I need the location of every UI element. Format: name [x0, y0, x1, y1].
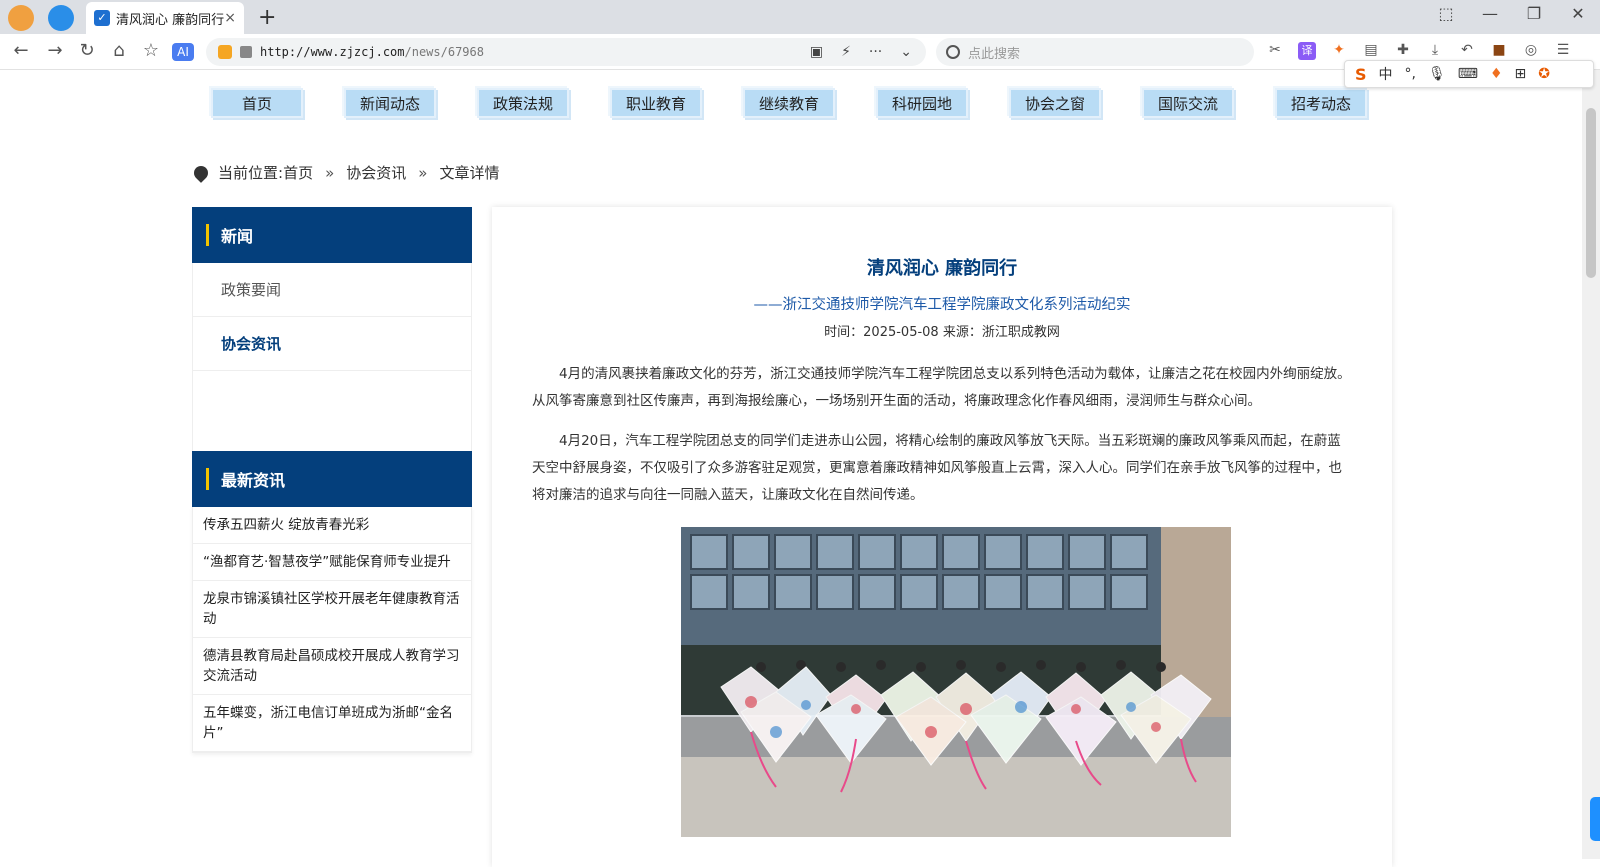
breadcrumb-prefix: 当前位置:: [218, 164, 284, 182]
telegram-icon[interactable]: [48, 5, 74, 31]
sidebar-heading-text: 新闻: [221, 227, 254, 246]
article-subtitle: ——浙江交通技师学院汽车工程学院廉政文化系列活动纪实: [753, 297, 1131, 313]
speed-mode-icon[interactable]: ⚡: [841, 44, 851, 60]
nav-item-home[interactable]: 首页: [211, 88, 303, 118]
ime-mascot-icon[interactable]: ✪: [1538, 66, 1550, 82]
wallet-icon[interactable]: ■: [1490, 42, 1508, 60]
active-tab[interactable]: ✓ 清风润心 廉韵同行 ×: [86, 2, 244, 34]
translate-icon[interactable]: 译: [1298, 42, 1316, 60]
menu-icon[interactable]: ☰: [1554, 42, 1572, 60]
sogou-logo-icon[interactable]: S: [1355, 65, 1367, 84]
chevron-down-icon[interactable]: ⌄: [900, 44, 912, 60]
more-options-icon[interactable]: ···: [869, 44, 882, 60]
article-paragraph: 4月20日，汽车工程学院团总支的同学们走进赤山公园，将精心绘制的廉政风筝放飞天际…: [532, 433, 1342, 503]
scissors-icon[interactable]: ✂: [1266, 42, 1284, 60]
forward-icon[interactable]: →: [44, 40, 66, 61]
article-paragraph: 4月的清风裹挟着廉政文化的芬芳，浙江交通技师学院汽车工程学院团总支以系列特色活动…: [532, 366, 1351, 409]
search-icon: [946, 45, 960, 59]
game-extension-icon[interactable]: ✦: [1330, 42, 1348, 60]
url-path: /news/67968: [404, 45, 484, 59]
site-favicon-icon: ✓: [94, 10, 110, 26]
punctuation-icon[interactable]: °,: [1405, 66, 1416, 82]
ime-language-toggle[interactable]: 中: [1379, 64, 1393, 84]
extensions-puzzle-icon[interactable]: ✚: [1394, 42, 1412, 60]
nav-item-association[interactable]: 协会之窗: [1009, 88, 1101, 118]
location-pin-icon: [191, 162, 211, 183]
sidebar-heading: 新闻: [192, 207, 472, 263]
list-item[interactable]: “渔都育艺·智慧夜学”赋能保育师专业提升: [193, 544, 471, 581]
microphone-icon[interactable]: 🎙: [1428, 66, 1446, 82]
article-photo: [681, 527, 1231, 837]
sidebar: 新闻 政策要闻 协会资讯 最新资讯 传承五四薪火 绽放青春光彩 “渔都育艺·智慧…: [192, 207, 472, 753]
scrollbar-thumb[interactable]: [1586, 108, 1596, 278]
breadcrumb-separator-icon: »: [325, 163, 335, 182]
breadcrumb: 当前位置: 首页 » 协会资讯 » 文章详情: [191, 162, 500, 183]
back-icon[interactable]: ←: [10, 40, 32, 61]
breadcrumb-section[interactable]: 协会资讯: [346, 162, 406, 183]
page-scrollbar[interactable]: [1582, 70, 1600, 859]
new-tab-button[interactable]: +: [258, 5, 276, 30]
minimize-icon[interactable]: —: [1468, 4, 1512, 23]
list-item[interactable]: 龙泉市锦溪镇社区学校开展老年健康教育活动: [193, 581, 471, 638]
toolbox-grid-icon[interactable]: ⊞: [1515, 66, 1527, 82]
ai-assistant-icon[interactable]: AI: [172, 43, 194, 61]
ai-circle-icon[interactable]: ◎: [1522, 42, 1540, 60]
list-item[interactable]: 德清县教育局赴昌硕成校开展成人教育学习交流活动: [193, 638, 471, 695]
breadcrumb-separator-icon: »: [418, 163, 428, 182]
article-meta: 时间：2025-05-08 来源：浙江职成教网: [824, 325, 1060, 340]
url-field[interactable]: http://www.zjzcj.com /news/67968 ▣ ⚡ ···…: [206, 38, 926, 66]
side-widget-tab[interactable]: [1590, 797, 1600, 841]
restore-icon[interactable]: ❐: [1512, 4, 1556, 23]
close-window-icon[interactable]: ✕: [1556, 4, 1600, 23]
keyboard-icon[interactable]: ⌨: [1458, 66, 1478, 82]
article-body: 4月的清风裹挟着廉政文化的芬芳，浙江交通技师学院汽车工程学院团总支以系列特色活动…: [532, 361, 1352, 522]
screenshot-icon[interactable]: ▣: [810, 44, 823, 60]
browser-tab-bar: ✓ 清风润心 廉韵同行 × + ⬚ — ❐ ✕: [0, 0, 1600, 34]
sidebar-item-policy-news[interactable]: 政策要闻: [192, 263, 472, 317]
pin-icon[interactable]: ⬚: [1424, 4, 1468, 23]
search-placeholder: 点此搜索: [968, 46, 1021, 62]
tab-title: 清风润心 廉韵同行: [116, 12, 225, 28]
nav-item-international[interactable]: 国际交流: [1142, 88, 1234, 118]
nav-item-vocational[interactable]: 职业教育: [610, 88, 702, 118]
kite-group-photo: [681, 527, 1231, 837]
site-nav: 首页 新闻动态 政策法规 职业教育 继续教育 科研园地 协会之窗 国际交流 招考…: [211, 88, 1367, 118]
list-item[interactable]: 五年蝶变，浙江电信订单班成为浙邮“金名片”: [193, 695, 471, 752]
latest-heading-text: 最新资讯: [221, 471, 286, 490]
bookmark-star-icon[interactable]: ☆: [140, 40, 162, 61]
insecure-lock-icon[interactable]: [240, 46, 252, 58]
nav-item-admissions[interactable]: 招考动态: [1275, 88, 1367, 118]
url-host: http://www.zjzcj.com: [260, 45, 405, 59]
latest-news-heading: 最新资讯: [192, 451, 472, 507]
sidebar-spacer: [192, 371, 472, 451]
breadcrumb-current: 文章详情: [439, 164, 500, 182]
profile-avatar-icon[interactable]: [8, 5, 34, 31]
reload-icon[interactable]: ↻: [76, 40, 98, 61]
latest-news-list: 传承五四薪火 绽放青春光彩 “渔都育艺·智慧夜学”赋能保育师专业提升 龙泉市锦溪…: [192, 507, 472, 753]
article-title: 清风润心 廉韵同行: [866, 258, 1018, 279]
ime-toolbar: S 中 °, 🎙 ⌨ ♦ ⊞ ✪: [1344, 60, 1594, 88]
article-card: 清风润心 廉韵同行 ——浙江交通技师学院汽车工程学院廉政文化系列活动纪实 时间：…: [492, 207, 1392, 867]
skin-icon[interactable]: ♦: [1490, 66, 1503, 82]
list-item[interactable]: 传承五四薪火 绽放青春光彩: [193, 507, 471, 544]
sidebar-item-association-news[interactable]: 协会资讯: [192, 317, 472, 371]
breadcrumb-home[interactable]: 首页: [283, 162, 313, 183]
security-shield-icon[interactable]: [218, 45, 232, 59]
home-icon[interactable]: ⌂: [108, 40, 130, 61]
heading-accent-bar: [206, 224, 209, 246]
reader-icon[interactable]: ▤: [1362, 42, 1380, 60]
download-icon[interactable]: ⤓: [1426, 42, 1444, 60]
tab-close-icon[interactable]: ×: [224, 10, 236, 26]
nav-item-research[interactable]: 科研园地: [876, 88, 968, 118]
undo-icon[interactable]: ↶: [1458, 42, 1476, 60]
nav-item-continuing[interactable]: 继续教育: [743, 88, 835, 118]
search-box[interactable]: 点此搜索: [936, 38, 1254, 66]
heading-accent-bar: [206, 468, 209, 490]
nav-item-policy[interactable]: 政策法规: [477, 88, 569, 118]
nav-item-news[interactable]: 新闻动态: [344, 88, 436, 118]
